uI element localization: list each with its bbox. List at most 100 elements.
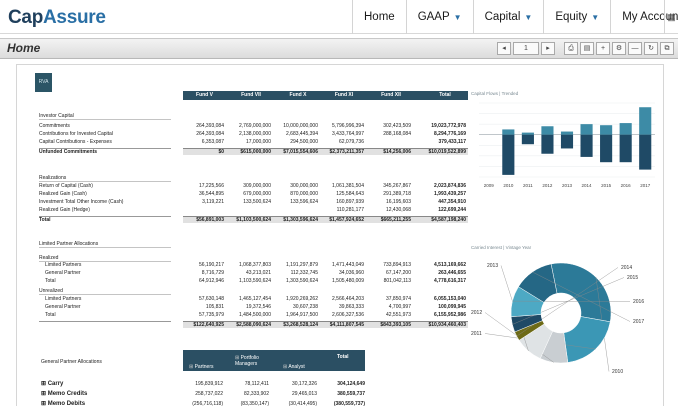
- bar-2010-series-1[interactable]: [502, 134, 515, 175]
- gp-table-cell: 30,172,326: [291, 381, 317, 387]
- donut-chart-title: Carried Interest | Vintage Year: [471, 245, 532, 250]
- section-divider: [39, 261, 171, 262]
- column-header[interactable]: Fund X: [276, 92, 320, 98]
- table-cell: 1,191,297,879: [286, 262, 318, 268]
- report-badge: RVA: [35, 73, 52, 92]
- bar-2013-series-1[interactable]: [560, 134, 574, 149]
- gp-column-header[interactable]: ⊞ Portfolio Managers: [235, 355, 273, 367]
- next-page-icon[interactable]: ▸: [541, 42, 555, 55]
- gp-row-label-text: Carry: [47, 381, 64, 387]
- column-header[interactable]: Fund V: [183, 92, 226, 98]
- column-header[interactable]: Total: [422, 92, 468, 98]
- minimize-icon[interactable]: —: [628, 42, 642, 55]
- export-icon[interactable]: ▤: [580, 42, 594, 55]
- expand-icon[interactable]: ⊞: [41, 401, 48, 406]
- column-header[interactable]: Fund VII: [229, 92, 273, 98]
- gp-column-header[interactable]: ⊞ Analyst: [283, 364, 305, 370]
- page-title: Home: [7, 41, 41, 55]
- page-number-input[interactable]: 1: [513, 42, 539, 55]
- gp-table-cell: (30,414,495): [288, 401, 317, 406]
- gp-row-label[interactable]: ⊞ Carry: [41, 380, 63, 387]
- table-cell: 12,430,068: [385, 207, 411, 213]
- nav-item-label: Capital: [484, 11, 521, 23]
- nav-item-gaap[interactable]: GAAP ▼: [405, 0, 473, 34]
- gp-table-cell: 82,333,902: [243, 391, 269, 397]
- section-gp-allocations: General Partner Allocations: [41, 359, 102, 365]
- nav-overflow-icon[interactable]: ▦: [664, 0, 678, 34]
- chevron-down-icon: ▼: [591, 13, 600, 22]
- table-cell: 345,267,867: [383, 183, 411, 189]
- bar-2015-series-1[interactable]: [600, 134, 613, 163]
- table-cell: 1,920,269,262: [286, 296, 318, 302]
- table-cell: 67,147,200: [385, 270, 411, 276]
- table-cell: 37,850,974: [385, 296, 411, 302]
- nav-item-home[interactable]: Home: [352, 0, 406, 34]
- app-logo[interactable]: CapAssure: [8, 7, 106, 29]
- table-cell: 133,500,624: [243, 199, 271, 205]
- row-label: Total: [45, 312, 56, 318]
- table-cell: $7,015,554,606: [283, 149, 318, 155]
- row-divider: [39, 216, 171, 217]
- gp-row-label[interactable]: ⊞ Memo Credits: [41, 390, 87, 397]
- table-cell: 679,000,000: [243, 191, 271, 197]
- bar-2010-series-0[interactable]: [502, 129, 515, 135]
- popout-icon[interactable]: ⧉: [660, 42, 674, 55]
- column-header[interactable]: Fund XII: [369, 92, 413, 98]
- table-cell: 6,155,952,986: [434, 312, 466, 318]
- bar-2012-series-0[interactable]: [541, 126, 554, 135]
- donut-label: 2016: [633, 299, 644, 305]
- expand-icon[interactable]: ⊞: [41, 381, 48, 387]
- table-cell: 6,055,153,040: [434, 296, 466, 302]
- table-cell: 2,606,327,536: [332, 312, 364, 318]
- column-header[interactable]: Fund XI: [322, 92, 366, 98]
- carried-interest-donut-chart: 2010 2011 2012 2013 2014 2015 2016 2017: [471, 262, 644, 375]
- table-cell: 57,735,979: [198, 312, 224, 318]
- row-label: Realized Gain (Hedge): [39, 207, 90, 213]
- bar-2014-series-0[interactable]: [580, 124, 593, 135]
- gp-column-header[interactable]: ⊞ Partners: [189, 364, 214, 370]
- nav-item-equity[interactable]: Equity ▼: [543, 0, 610, 34]
- nav-item-capital[interactable]: Capital ▼: [472, 0, 544, 34]
- row-label: General Partner: [45, 304, 81, 310]
- gp-column-header[interactable]: Total: [337, 354, 349, 360]
- table-cell: 302,423,509: [383, 123, 411, 129]
- gp-row-label[interactable]: ⊞ Memo Debits: [41, 400, 85, 406]
- donut-label: 2014: [621, 265, 632, 271]
- bar-2015-series-0[interactable]: [600, 125, 613, 135]
- table-cell: 263,446,655: [438, 270, 466, 276]
- row-label: Realized Gain (Cash): [39, 191, 87, 197]
- table-cell: 294,500,000: [290, 139, 318, 145]
- bar-2016-series-0[interactable]: [619, 123, 632, 135]
- gp-table-cell: 258,737,022: [195, 391, 223, 397]
- print-icon[interactable]: ⎙: [564, 42, 578, 55]
- refresh-icon[interactable]: ↻: [644, 42, 658, 55]
- table-cell: 4,700,997: [388, 304, 411, 310]
- row-label: Capital Contributions - Expenses: [39, 139, 112, 145]
- expand-icon[interactable]: ⊞: [41, 391, 48, 397]
- settings-icon[interactable]: ⚙: [612, 42, 626, 55]
- bar-2017-series-0[interactable]: [639, 107, 652, 135]
- table-cell: $843,393,105: [380, 322, 411, 328]
- table-cell: 57,630,148: [198, 296, 224, 302]
- bar-2013-series-0[interactable]: [560, 131, 574, 135]
- table-cell: 2,683,445,394: [286, 131, 318, 137]
- table-cell: $4,587,198,240: [431, 217, 466, 223]
- table-cell: 16,195,603: [385, 199, 411, 205]
- add-icon[interactable]: +: [596, 42, 610, 55]
- bar-2011-series-1[interactable]: [521, 134, 534, 145]
- table-cell: 2,769,000,000: [239, 123, 271, 129]
- gp-table-cell: (83,350,147): [240, 401, 269, 406]
- bar-2012-series-1[interactable]: [541, 134, 554, 154]
- bar-2011-series-0[interactable]: [521, 132, 534, 135]
- bar-2014-series-1[interactable]: [580, 134, 593, 157]
- donut-slice-2011[interactable]: [563, 316, 611, 363]
- bar-2016-series-1[interactable]: [619, 134, 632, 163]
- row-label: Total: [39, 217, 51, 223]
- first-page-icon[interactable]: ◂: [497, 42, 511, 55]
- table-cell: 733,894,913: [383, 262, 411, 268]
- bar-2017-series-1[interactable]: [639, 134, 652, 170]
- table-cell: 309,000,000: [243, 183, 271, 189]
- table-cell: 160,897,939: [336, 199, 364, 205]
- table-cell: $56,891,003: [196, 217, 224, 223]
- table-cell: $1,457,924,652: [329, 217, 364, 223]
